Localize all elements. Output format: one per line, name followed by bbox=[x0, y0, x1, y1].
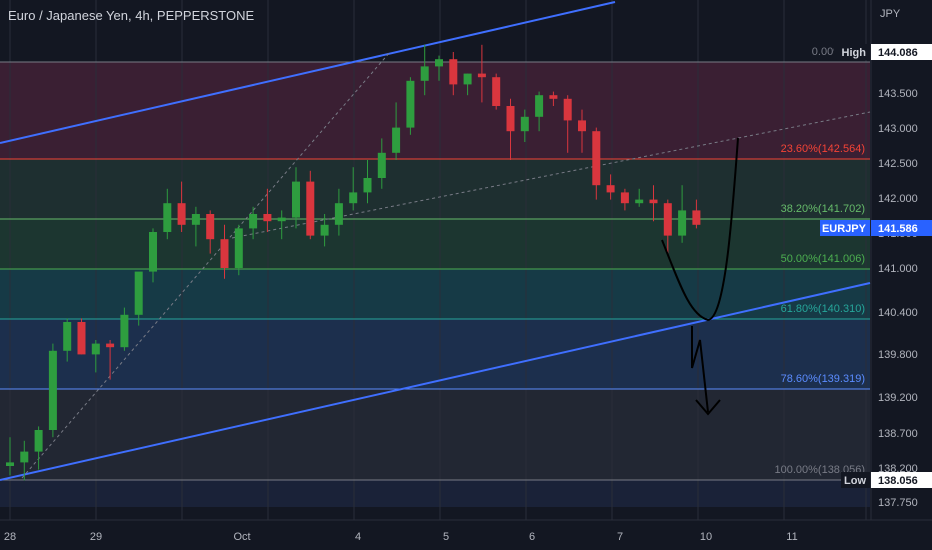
candle-body bbox=[606, 185, 615, 193]
currency-label: JPY bbox=[880, 8, 901, 20]
candle-body bbox=[449, 59, 458, 85]
candle-body bbox=[20, 451, 29, 463]
candle-body bbox=[535, 95, 544, 117]
fib-band bbox=[0, 319, 870, 389]
fib-band bbox=[0, 480, 870, 507]
candle-body bbox=[663, 203, 672, 236]
price-tick-label: 138.700 bbox=[878, 428, 918, 440]
price-tag-name: High bbox=[842, 47, 867, 59]
candle-body bbox=[649, 199, 658, 204]
candle-body bbox=[620, 192, 629, 204]
candle-body bbox=[578, 120, 586, 132]
candle-body bbox=[6, 462, 14, 466]
price-tick-label: 142.500 bbox=[878, 158, 918, 170]
candle bbox=[48, 343, 57, 438]
candle-body bbox=[678, 210, 687, 236]
candle-body bbox=[477, 73, 486, 78]
chart-title: Euro / Japanese Yen, 4h, PEPPERSTONE bbox=[8, 8, 255, 23]
candle-body bbox=[34, 430, 43, 452]
time-axis: 28 29 Oct 4 5 6 7 10 11 bbox=[0, 519, 932, 550]
time-tick-label: 10 bbox=[700, 531, 712, 543]
price-tick-label: 143.000 bbox=[878, 123, 918, 135]
candle-body bbox=[635, 199, 644, 204]
fib-level-label: 38.20%(141.702) bbox=[781, 203, 865, 215]
candle-body bbox=[435, 59, 443, 67]
fib-band bbox=[0, 62, 870, 159]
price-tick-label: 140.400 bbox=[878, 307, 918, 319]
candle-body bbox=[63, 322, 72, 351]
candle-body bbox=[220, 239, 229, 268]
candle-body bbox=[306, 181, 315, 236]
time-tick-label: 5 bbox=[443, 531, 449, 543]
price-tick-label: 142.000 bbox=[878, 193, 918, 205]
fib-level-label: 50.00%(141.006) bbox=[781, 253, 865, 265]
fib-band bbox=[0, 389, 870, 480]
time-tick-label: Oct bbox=[233, 531, 250, 543]
candle bbox=[234, 224, 243, 276]
candle-body bbox=[120, 314, 129, 348]
candle-body bbox=[91, 343, 100, 355]
price-tick-label: 137.750 bbox=[878, 497, 918, 509]
fib-level-label: 78.60%(139.319) bbox=[781, 373, 865, 385]
fib-level-label: 61.80%(140.310) bbox=[781, 303, 865, 315]
candle-body bbox=[206, 214, 215, 240]
price-tag-value: 141.586 bbox=[878, 223, 918, 235]
candle-body bbox=[420, 66, 429, 81]
price-tick-label: 143.500 bbox=[878, 88, 918, 100]
candle-body bbox=[363, 178, 372, 193]
candle-body bbox=[292, 181, 300, 218]
candle-body bbox=[563, 98, 572, 121]
price-tick-label: 139.200 bbox=[878, 392, 918, 404]
candle-body bbox=[592, 131, 601, 186]
candle-body bbox=[506, 106, 515, 132]
candle-body bbox=[134, 271, 143, 315]
candle-body bbox=[549, 95, 558, 99]
price-tick-label: 141.000 bbox=[878, 263, 918, 275]
price-tick-label: 139.800 bbox=[878, 349, 918, 361]
candle-body bbox=[334, 203, 343, 225]
price-tag-name: Low bbox=[844, 475, 866, 487]
candle bbox=[406, 77, 415, 135]
candle-body bbox=[163, 203, 172, 232]
fib-band bbox=[0, 219, 870, 269]
time-tick-label: 7 bbox=[617, 531, 623, 543]
time-tick-label: 6 bbox=[529, 531, 535, 543]
fib-band bbox=[0, 159, 870, 219]
eurjpy-chart[interactable]: 0.00%(14323.60%(142.564)38.20%(141.702)5… bbox=[0, 0, 932, 550]
candle-body bbox=[106, 343, 115, 348]
candle-body bbox=[77, 322, 86, 355]
fib-bands bbox=[0, 62, 870, 507]
price-tag-value: 138.056 bbox=[878, 475, 918, 487]
fib-level-label: 23.60%(142.564) bbox=[781, 143, 865, 155]
candle-body bbox=[520, 116, 529, 132]
candle-body bbox=[463, 73, 472, 85]
candle-body bbox=[406, 80, 415, 128]
candle-body bbox=[392, 127, 401, 153]
candle-body bbox=[234, 228, 243, 268]
candle bbox=[492, 73, 501, 110]
price-tag-name: EURJPY bbox=[822, 223, 867, 235]
candle-body bbox=[249, 214, 258, 229]
price-tag-value: 144.086 bbox=[878, 47, 918, 59]
candle-body bbox=[191, 214, 200, 225]
candle-body bbox=[263, 214, 272, 222]
fib-band bbox=[0, 269, 870, 319]
candle-body bbox=[48, 350, 57, 430]
time-tick-label: 4 bbox=[355, 531, 361, 543]
candle-body bbox=[320, 224, 329, 236]
candle-body bbox=[377, 152, 386, 178]
time-tick-label: 11 bbox=[786, 531, 797, 543]
candle-body bbox=[492, 77, 501, 106]
candle-body bbox=[149, 232, 157, 272]
time-tick-label: 28 bbox=[4, 531, 16, 543]
candle-body bbox=[277, 217, 286, 222]
candle-body bbox=[177, 203, 186, 225]
candle-body bbox=[692, 210, 701, 225]
candle-body bbox=[349, 192, 358, 204]
candle bbox=[77, 318, 86, 355]
time-tick-label: 29 bbox=[90, 531, 102, 543]
